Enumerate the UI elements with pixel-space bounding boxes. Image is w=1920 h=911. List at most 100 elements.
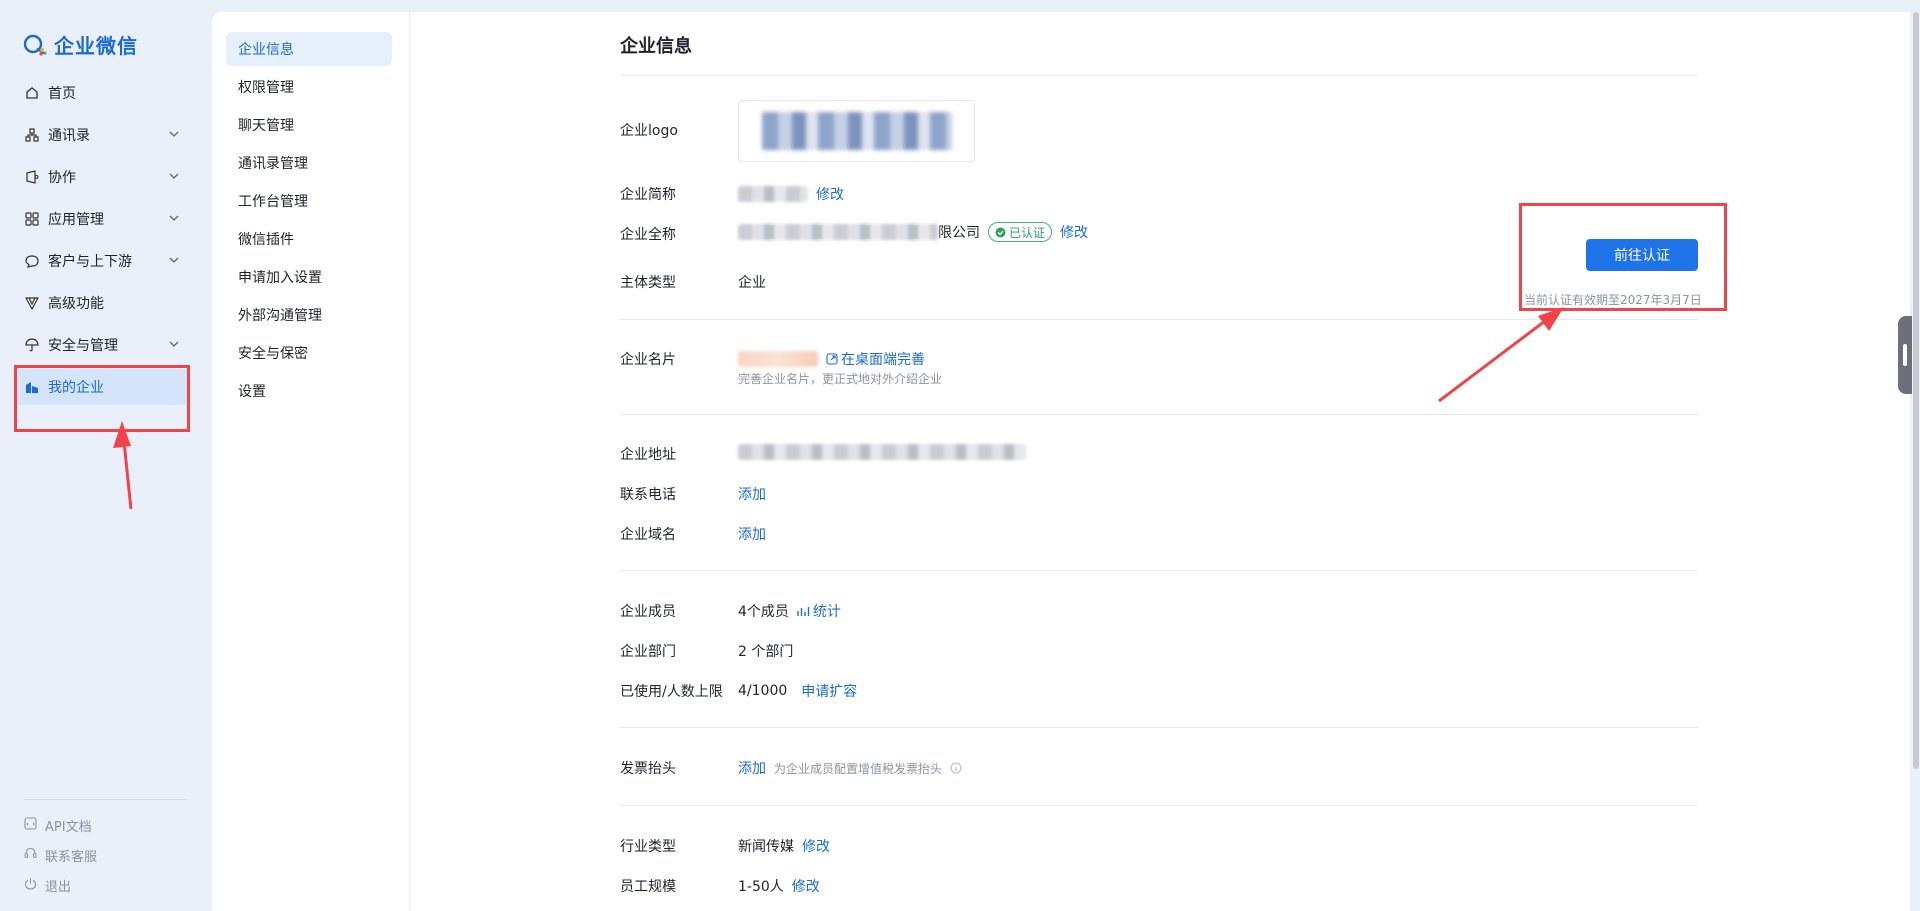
subnav-item-enterprise-info[interactable]: 企业信息 — [226, 32, 392, 66]
annotation-box-verify — [1519, 203, 1727, 311]
subnav-item-permissions[interactable]: 权限管理 — [226, 70, 392, 104]
nav-item-home[interactable]: 首页 — [14, 75, 190, 111]
card-value: 在桌面端完善 — [738, 349, 925, 369]
subnav-item-workbench[interactable]: 工作台管理 — [226, 184, 392, 218]
departments-value: 2 个部门 — [738, 644, 794, 660]
chevron-down-icon — [168, 254, 180, 270]
departments-label: 企业部门 — [620, 644, 676, 660]
subnav-item-join-settings[interactable]: 申请加入设置 — [226, 260, 392, 294]
nav-item-contacts[interactable]: 通讯录 — [14, 117, 190, 153]
industry-value: 新闻传媒 修改 — [738, 836, 830, 856]
nav-item-label: 客户与上下游 — [48, 254, 132, 270]
subnav-item-label: 权限管理 — [238, 80, 294, 96]
enterprise-logo[interactable] — [738, 100, 975, 162]
nav-item-apps[interactable]: 应用管理 — [14, 201, 190, 237]
subnav-item-label: 工作台管理 — [238, 194, 308, 210]
member-stats-label: 统计 — [812, 604, 841, 620]
nav-footer-logout[interactable]: 退出 — [24, 876, 71, 895]
verified-badge: 已认证 — [988, 222, 1053, 242]
subnav-item-settings[interactable]: 设置 — [226, 374, 392, 408]
divider — [620, 727, 1698, 728]
chevron-down-icon — [168, 212, 180, 228]
nav-item-label: 协作 — [48, 170, 76, 186]
edit-scale-link[interactable]: 修改 — [792, 876, 820, 896]
org-chart-icon — [24, 127, 40, 143]
invoice-label: 发票抬头 — [620, 761, 676, 777]
stats-chart-icon — [797, 607, 810, 616]
divider — [620, 570, 1698, 571]
sub-nav: 企业信息 权限管理 聊天管理 通讯录管理 工作台管理 微信插件 申请加入设置 外… — [212, 12, 410, 911]
domain-label: 企业域名 — [620, 527, 676, 543]
divider — [620, 75, 1698, 76]
subnav-item-external[interactable]: 外部沟通管理 — [226, 298, 392, 332]
members-count: 4个成员 — [738, 604, 789, 620]
handle-grip — [1903, 344, 1907, 366]
subnav-item-wechat-plugin[interactable]: 微信插件 — [226, 222, 392, 256]
edit-industry-link[interactable]: 修改 — [802, 836, 830, 856]
complete-on-desktop-label: 在桌面端完善 — [841, 352, 925, 368]
scrollbar-thumb[interactable] — [1913, 12, 1919, 769]
logo-label: 企业logo — [620, 123, 678, 139]
domain-value: 添加 — [738, 524, 766, 544]
scale-value: 1-50人 修改 — [738, 876, 820, 896]
full-name-label: 企业全称 — [620, 227, 676, 243]
edit-full-name-link[interactable]: 修改 — [1060, 222, 1088, 242]
address-value — [738, 444, 1026, 460]
usage-value: 4/1000 申请扩容 — [738, 681, 857, 701]
subnav-item-label: 安全与保密 — [238, 346, 308, 362]
nav-footer-support[interactable]: 联系客服 — [24, 846, 97, 865]
subnav-item-chat[interactable]: 聊天管理 — [226, 108, 392, 142]
invoice-value: 添加 为企业成员配置增值税发票抬头 — [738, 758, 962, 778]
invoice-hint: 为企业成员配置增值税发票抬头 — [774, 761, 943, 776]
members-label: 企业成员 — [620, 604, 676, 620]
address-label: 企业地址 — [620, 447, 676, 463]
left-nav: 企业微信 首页 通讯录 协作 应用管理 客户与上下游 高级功能 安全与管理 我的… — [0, 0, 210, 911]
redacted-short-name — [738, 186, 808, 202]
industry-label: 行业类型 — [620, 839, 676, 855]
subnav-item-contacts[interactable]: 通讯录管理 — [226, 146, 392, 180]
nav-item-customers[interactable]: 客户与上下游 — [14, 243, 190, 279]
complete-on-desktop-link[interactable]: 在桌面端完善 — [826, 349, 925, 369]
nav-footer-api-docs[interactable]: API文档 — [24, 816, 92, 835]
brand-logo[interactable]: 企业微信 — [22, 30, 138, 59]
chevron-down-icon — [168, 128, 180, 144]
full-name-value: 限公司 已认证 修改 — [738, 222, 1088, 242]
nav-item-label: 首页 — [48, 86, 76, 102]
wecom-logo-icon — [23, 34, 47, 56]
power-icon — [24, 877, 37, 894]
short-name-label: 企业简称 — [620, 187, 676, 203]
nav-item-label: 安全与管理 — [48, 338, 118, 354]
add-domain-link[interactable]: 添加 — [738, 524, 766, 544]
subnav-item-label: 微信插件 — [238, 232, 294, 248]
verified-badge-label: 已认证 — [1009, 225, 1046, 240]
member-stats-link[interactable]: 统计 — [797, 601, 841, 621]
phone-label: 联系电话 — [620, 487, 676, 503]
entity-type-label: 主体类型 — [620, 275, 676, 291]
full-name-suffix: 限公司 — [938, 225, 980, 241]
add-invoice-link[interactable]: 添加 — [738, 758, 766, 778]
divider — [620, 319, 1698, 320]
nav-footer-label: 联系客服 — [45, 850, 98, 865]
nav-item-advanced[interactable]: 高级功能 — [14, 285, 190, 321]
nav-footer-label: 退出 — [45, 880, 72, 895]
page-title: 企业信息 — [620, 36, 692, 57]
apply-expand-link[interactable]: 申请扩容 — [801, 681, 857, 701]
nav-item-security[interactable]: 安全与管理 — [14, 327, 190, 363]
divider — [620, 414, 1698, 415]
industry-text: 新闻传媒 — [738, 839, 794, 855]
usage-count: 4/1000 — [738, 683, 788, 699]
nav-item-collab[interactable]: 协作 — [14, 159, 190, 195]
logo-image — [761, 112, 952, 150]
card-label: 企业名片 — [620, 352, 676, 368]
subnav-item-security[interactable]: 安全与保密 — [226, 336, 392, 370]
apps-grid-icon — [24, 211, 40, 227]
side-drawer-handle[interactable] — [1898, 316, 1912, 394]
customer-service-icon — [24, 847, 37, 864]
usage-label: 已使用/人数上限 — [620, 684, 723, 700]
edit-short-name-link[interactable]: 修改 — [816, 184, 844, 204]
chevron-down-icon — [168, 338, 180, 354]
info-icon[interactable] — [950, 762, 962, 774]
subnav-item-label: 申请加入设置 — [238, 270, 322, 286]
subnav-item-label: 通讯录管理 — [238, 156, 308, 172]
add-phone-link[interactable]: 添加 — [738, 484, 766, 504]
